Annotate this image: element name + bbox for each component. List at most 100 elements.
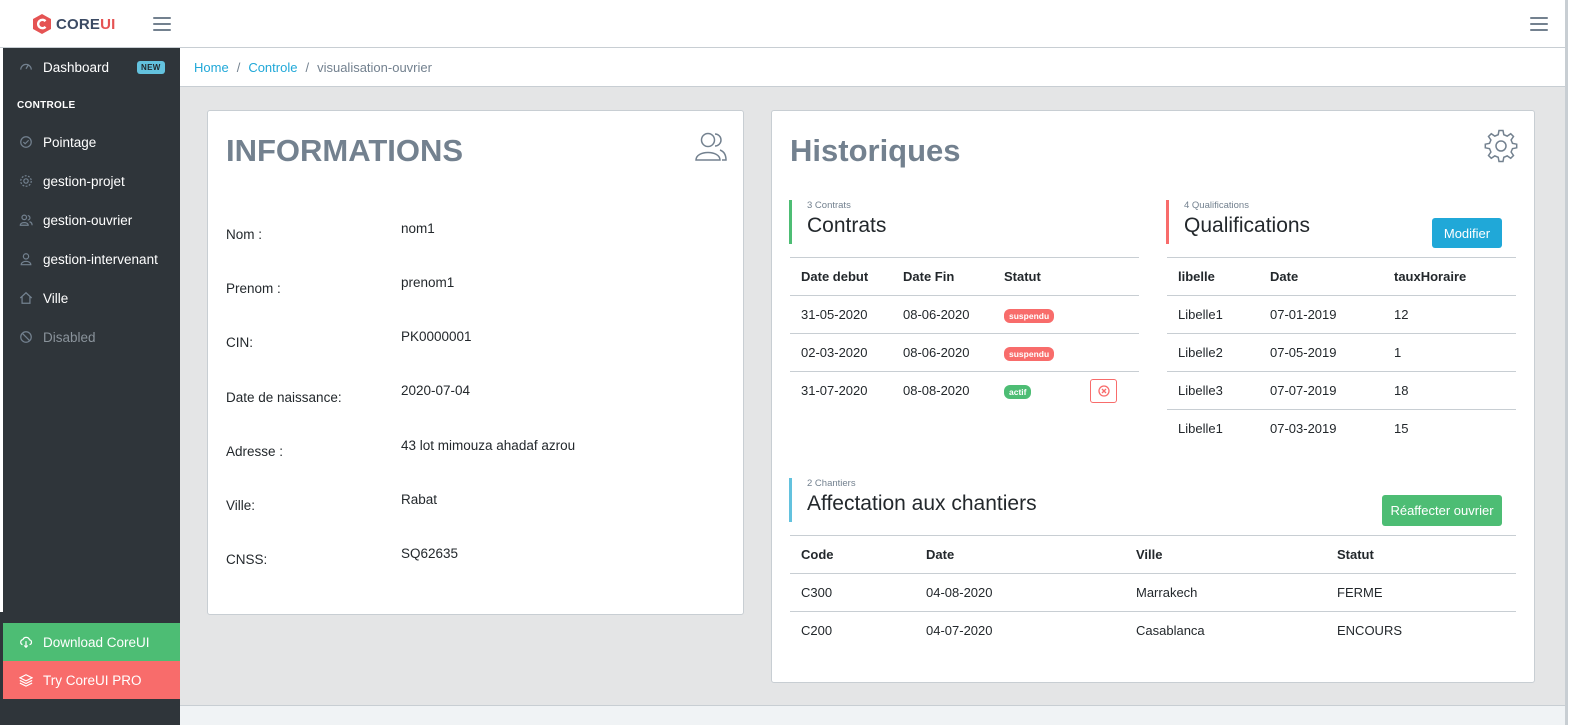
qualifications-count: 4 Qualifications — [1184, 200, 1249, 211]
ville-value: Rabat — [401, 492, 438, 507]
cell-taux: 1 — [1383, 333, 1516, 372]
modifier-button[interactable]: Modifier — [1432, 218, 1502, 248]
people-icon — [694, 129, 728, 166]
cell-date: 04-07-2020 — [926, 623, 993, 639]
brand-logo[interactable]: COREUI — [32, 12, 116, 36]
table-row: 02-03-2020 08-06-2020 suspendu — [790, 333, 1139, 372]
try-coreui-pro-button[interactable]: Try CoreUI PRO — [3, 661, 180, 699]
col-date: Date — [1259, 257, 1383, 296]
table-row: Libelle2 07-05-2019 1 — [1167, 333, 1516, 372]
cell-libelle: Libelle3 — [1167, 371, 1259, 410]
sidebar-item-gestion-projet[interactable]: gestion-projet — [3, 162, 180, 200]
table-row: Libelle1 07-01-2019 12 — [1167, 295, 1516, 334]
cell-date: 04-08-2020 — [915, 573, 1125, 612]
breadcrumb-current: visualisation-ouvrier — [317, 59, 432, 75]
qualifications-title: Qualifications — [1184, 214, 1311, 237]
user-icon — [18, 251, 34, 267]
sidebar-item-dashboard[interactable]: Dashboard NEW — [3, 48, 180, 86]
col-date: Date — [915, 535, 1125, 574]
contrats-table: Date debut Date Fin Statut 31-05-2020 08… — [790, 257, 1139, 410]
cell-libelle: Libelle1 — [1178, 421, 1223, 437]
cancel-contract-button[interactable] — [1090, 378, 1117, 403]
speedometer-icon — [18, 59, 34, 75]
col-ville: Ville — [1125, 535, 1326, 574]
status-badge: suspendu — [1004, 346, 1055, 361]
home-icon — [18, 290, 34, 306]
check-icon — [18, 134, 34, 150]
sidebar-item-label: Disabled — [43, 329, 96, 345]
chantiers-callout: 2 Chantiers Affectation aux chantiers — [789, 478, 1037, 522]
sidebar-item-gestion-ouvrier[interactable]: gestion-ouvrier — [3, 201, 180, 239]
col-statut: Statut — [1326, 535, 1516, 574]
cin-label: CIN: — [226, 335, 253, 350]
table-row: 31-07-2020 08-08-2020 actif — [790, 372, 1139, 410]
sidebar-toggle-button[interactable] — [153, 17, 171, 31]
cell-statut: ENCOURS — [1337, 623, 1403, 639]
sidebar-item-ville[interactable]: Ville — [3, 279, 180, 317]
cell-code: C300 — [790, 573, 915, 612]
cell-date-debut: 02-03-2020 — [790, 333, 892, 372]
cell-date-fin: 08-06-2020 — [892, 295, 993, 334]
cnss-value: SQ62635 — [401, 546, 459, 561]
cell-date-debut: 31-05-2020 — [790, 295, 892, 334]
ville-label: Ville: — [226, 498, 256, 513]
sidebar-item-label: gestion-intervenant — [43, 251, 158, 267]
cell-statut: FERME — [1326, 573, 1516, 612]
cell-date-fin: 08-08-2020 — [903, 383, 970, 399]
table-header-row: Code Date Ville Statut — [790, 535, 1516, 574]
cloud-download-icon — [18, 634, 34, 650]
sidebar-item-label: Dashboard — [43, 59, 110, 75]
cell-taux: 18 — [1383, 371, 1516, 410]
brand-name: COREUI — [56, 15, 116, 33]
table-row: Libelle3 07-07-2019 18 — [1167, 371, 1516, 410]
chantiers-count: 2 Chantiers — [807, 478, 856, 489]
table-row: 31-05-2020 08-06-2020 suspendu — [790, 295, 1139, 334]
sidebar: Dashboard NEW CONTROLE Pointage gestion-… — [3, 48, 180, 725]
historiques-card: Historiques 3 Contrats Contrats Date deb… — [771, 110, 1535, 683]
sidebar-item-pointage[interactable]: Pointage — [3, 123, 180, 161]
new-badge: NEW — [137, 61, 165, 74]
cell-date: 07-01-2019 — [1259, 295, 1383, 334]
cin-value: PK0000001 — [401, 329, 472, 344]
nom-value: nom1 — [401, 221, 435, 236]
informations-title: INFORMATIONS — [226, 133, 464, 168]
col-date-debut: Date debut — [790, 257, 892, 296]
col-date-fin: Date Fin — [892, 257, 993, 296]
sidebar-item-label: Ville — [43, 290, 69, 306]
cell-date-debut: 31-07-2020 — [801, 383, 868, 399]
sidebar-item-label: Pointage — [43, 134, 97, 150]
download-coreui-button[interactable]: Download CoreUI — [3, 623, 180, 661]
qualifications-callout: 4 Qualifications Qualifications — [1166, 200, 1310, 244]
layers-icon — [18, 672, 34, 688]
sidebar-item-gestion-intervenant[interactable]: gestion-intervenant — [3, 240, 180, 278]
footer — [180, 705, 1565, 725]
people-icon — [18, 212, 34, 228]
cell-date: 07-07-2019 — [1259, 371, 1383, 410]
table-row: C300 04-08-2020 Marrakech FERME — [790, 573, 1516, 612]
col-code: Code — [790, 535, 915, 574]
breadcrumb-home-link[interactable]: Home — [194, 60, 229, 75]
cell-code: C200 — [801, 623, 833, 639]
close-circle-icon — [1097, 385, 1110, 397]
date-naissance-label: Date de naissance: — [226, 390, 342, 405]
cell-date: 07-03-2019 — [1270, 421, 1337, 437]
col-libelle: libelle — [1167, 257, 1259, 296]
cell-date-fin: 08-06-2020 — [892, 333, 993, 372]
scrollbar[interactable] — [1565, 0, 1593, 725]
aside-toggle-button[interactable] — [1530, 17, 1548, 31]
pro-label: Try CoreUI PRO — [43, 672, 142, 688]
chantiers-table: Code Date Ville Statut C300 04-08-2020 M… — [790, 535, 1516, 650]
cell-libelle: Libelle2 — [1167, 333, 1259, 372]
cell-ville: Casablanca — [1136, 623, 1205, 639]
nav-section-title: CONTROLE — [17, 100, 76, 111]
table-row: C200 04-07-2020 Casablanca ENCOURS — [790, 612, 1516, 650]
contrats-title: Contrats — [807, 214, 887, 237]
breadcrumb-controle-link[interactable]: Controle — [248, 60, 297, 75]
sidebar-item-label: gestion-projet — [43, 173, 125, 189]
sidebar-item-disabled: Disabled — [3, 318, 180, 356]
reaffecter-ouvrier-button[interactable]: Réaffecter ouvrier — [1382, 495, 1502, 526]
contrats-count: 3 Contrats — [807, 200, 851, 211]
breadcrumb: Home / Controle / visualisation-ouvrier — [180, 48, 1565, 87]
gear-icon[interactable] — [1484, 129, 1518, 166]
table-row: Libelle1 07-03-2019 15 — [1167, 410, 1516, 448]
